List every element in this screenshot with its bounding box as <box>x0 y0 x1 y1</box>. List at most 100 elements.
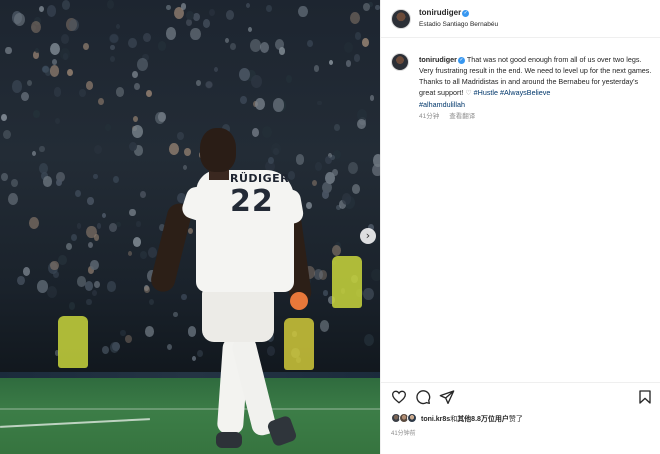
crowd-dot <box>298 5 308 17</box>
crowd-dot <box>86 298 92 306</box>
crowd-dot <box>325 155 333 164</box>
crowd-dot <box>259 41 269 53</box>
crowd-dot <box>363 287 374 301</box>
hashtag-link[interactable]: #alhamdulillah <box>419 100 465 109</box>
post-sidebar: tonirudiger ✓ Estadio Santiago Bernabéu t… <box>380 0 660 454</box>
hashtag-link[interactable]: #AlwaysBelieve <box>500 88 550 97</box>
crowd-dot <box>52 58 58 65</box>
liker-username[interactable]: toni.kr8s <box>421 416 450 423</box>
crowd-dot <box>351 184 360 195</box>
bookmark-icon[interactable] <box>637 389 653 405</box>
crowd-dot <box>328 60 333 65</box>
crowd-dot <box>166 5 171 11</box>
crowd-dot <box>157 41 166 52</box>
hashtag-link[interactable]: #Hustle <box>474 88 498 97</box>
liker-avatar <box>407 413 417 423</box>
jersey-number: 22 <box>230 184 274 219</box>
crowd-dot <box>133 82 140 91</box>
author-username[interactable]: tonirudiger ✓ <box>419 8 470 17</box>
player-figure: RÜDIGER 22 <box>148 128 320 454</box>
crowd-dot <box>142 32 151 42</box>
crowd-dot <box>71 233 78 241</box>
crowd-dot <box>82 42 89 50</box>
crowd-dot <box>78 88 86 97</box>
crowd-dot <box>94 144 102 154</box>
crowd-dot <box>265 4 272 12</box>
crowd-dot <box>229 42 236 50</box>
crowd-dot <box>106 281 116 292</box>
crowd-dot <box>238 67 250 81</box>
share-icon[interactable] <box>439 389 455 405</box>
caption-username[interactable]: tonirudiger <box>419 55 457 64</box>
crowd-dot <box>347 161 358 175</box>
crowd-dot <box>363 2 370 12</box>
crowd-dot <box>190 28 201 41</box>
post-location[interactable]: Estadio Santiago Bernabéu <box>419 21 498 28</box>
crowd-dot <box>98 97 105 105</box>
likes-count-link[interactable]: 其他8.8万位用户 <box>457 416 509 423</box>
crowd-dot <box>110 44 115 51</box>
crowd-dot <box>37 280 48 293</box>
crowd-dot <box>43 176 52 187</box>
crowd-dot <box>0 113 7 122</box>
caption-meta: 41分钟 查看翻译 <box>419 110 485 120</box>
crowd-dot <box>369 95 375 101</box>
likes-summary: toni.kr8s和其他8.8万位用户赞了 <box>391 412 660 426</box>
crowd-dot <box>120 329 126 337</box>
crowd-dot <box>50 260 59 271</box>
crowd-dot <box>145 326 155 337</box>
crowd-dot <box>208 8 215 17</box>
crowd-dot <box>131 70 138 79</box>
crowd-dot <box>251 74 262 88</box>
crowd-dot <box>272 98 284 112</box>
crowd-dot <box>46 5 57 17</box>
crowd-dot <box>87 196 94 205</box>
crowd-dot <box>5 46 12 55</box>
crowd-dot <box>91 289 97 296</box>
crowd-dot <box>133 236 142 247</box>
crowd-dot <box>364 333 375 346</box>
crowd-dot <box>136 221 141 227</box>
crowd-dot <box>116 87 124 97</box>
crowd-dot <box>375 5 380 11</box>
crowd-dot <box>132 115 138 122</box>
player-head <box>200 128 236 172</box>
crowd-dot <box>255 98 265 110</box>
crowd-dot <box>132 124 144 138</box>
crowd-dot <box>93 173 98 180</box>
crowd-dot <box>58 254 67 266</box>
crowd-dot <box>144 285 151 293</box>
caption-time: 41分钟 <box>419 113 440 120</box>
post-photo[interactable]: RÜDIGER 22 › <box>0 0 380 454</box>
crowd-dot <box>60 48 70 60</box>
crowd-dot <box>14 12 25 26</box>
crowd-dot <box>148 298 154 306</box>
crowd-dot <box>350 12 361 24</box>
crowd-dot <box>196 80 201 87</box>
crowd-dot <box>313 65 319 72</box>
crowd-dot <box>55 178 62 186</box>
crowd-dot <box>323 290 328 296</box>
heart-icon[interactable] <box>391 389 407 405</box>
crowd-dot <box>2 129 11 140</box>
caption-avatar[interactable] <box>391 53 409 71</box>
crowd-dot <box>353 54 360 62</box>
crowd-dot <box>125 334 132 343</box>
crowd-dot <box>90 260 99 271</box>
crowd-dot <box>127 37 137 49</box>
crowd-dot <box>319 320 330 332</box>
crowd-dot <box>225 10 235 20</box>
likes-text: toni.kr8s和其他8.8万位用户赞了 <box>421 416 523 423</box>
steward-figure <box>332 256 362 308</box>
crowd-dot <box>249 39 261 53</box>
translate-link[interactable]: 查看翻译 <box>449 113 475 120</box>
crowd-dot <box>68 18 79 31</box>
post-caption: tonirudiger ✓ That was not good enough fr… <box>419 54 655 110</box>
author-avatar[interactable] <box>391 9 411 29</box>
chevron-right-icon[interactable]: › <box>360 228 376 244</box>
crowd-dot <box>22 266 30 276</box>
crowd-dot <box>334 124 340 131</box>
comment-icon[interactable] <box>415 389 431 405</box>
crowd-dot <box>116 221 121 227</box>
crowd-dot <box>65 242 72 250</box>
